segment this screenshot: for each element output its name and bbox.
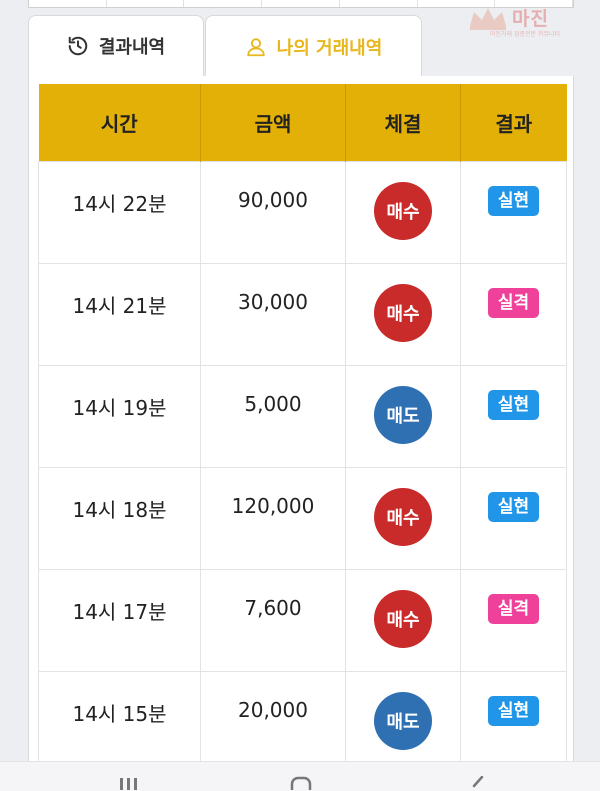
cell-amount: 30,000 xyxy=(200,262,346,366)
cell-result: 실격 xyxy=(460,568,567,672)
result-badge: 실현 xyxy=(487,491,540,522)
table-row: 14시 17분 7,600 매수 실격 xyxy=(38,568,567,672)
buy-badge: 매수 xyxy=(374,181,432,240)
header-trade: 체결 xyxy=(345,84,461,161)
history-icon xyxy=(67,35,89,57)
cell-trade: 매수 xyxy=(345,160,461,264)
cell-time: 14시 18분 xyxy=(38,466,201,570)
buy-badge: 매수 xyxy=(374,283,432,342)
cell-time: 14시 22분 xyxy=(38,160,201,264)
cell-result: 실격 xyxy=(460,262,567,366)
cell-time: 14시 15분 xyxy=(38,670,201,774)
result-badge: 실현 xyxy=(487,389,540,420)
cell-result: 실현 xyxy=(460,466,567,570)
result-badge: 실현 xyxy=(487,695,540,726)
result-badge: 실현 xyxy=(487,185,540,216)
sell-badge: 매도 xyxy=(374,691,432,750)
cell-trade: 매수 xyxy=(345,262,461,366)
cell-amount: 90,000 xyxy=(200,160,346,264)
cell-result: 실현 xyxy=(460,670,567,774)
sell-badge: 매도 xyxy=(374,385,432,444)
trade-history-table: 시간 금액 체결 결과 14시 22분 90,000 매수 실현 14시 21분 30,0… xyxy=(38,84,567,774)
table-row: 14시 15분 20,000 매도 실현 xyxy=(38,670,567,774)
table-row: 14시 21분 30,000 매수 실격 xyxy=(38,262,567,366)
cell-trade: 매수 xyxy=(345,466,461,570)
table-row: 14시 18분 120,000 매수 실현 xyxy=(38,466,567,570)
tab-result-history-label: 결과내역 xyxy=(98,37,166,58)
recent-apps-icon[interactable] xyxy=(118,776,138,790)
cell-trade: 매도 xyxy=(345,364,461,468)
cell-amount: 5,000 xyxy=(200,364,346,468)
header-amount: 금액 xyxy=(200,84,346,161)
cell-time: 14시 21분 xyxy=(38,262,201,366)
table-header-row: 시간 금액 체결 결과 xyxy=(38,84,567,161)
buy-badge: 매수 xyxy=(374,487,432,546)
system-nav-bar xyxy=(0,761,600,791)
user-icon xyxy=(245,36,267,58)
cell-amount: 20,000 xyxy=(200,670,346,774)
cell-trade: 매도 xyxy=(345,670,461,774)
cell-amount: 7,600 xyxy=(200,568,346,672)
tab-bar: 결과내역 나의 거래내역 xyxy=(28,15,574,78)
cell-trade: 매수 xyxy=(345,568,461,672)
buy-badge: 매수 xyxy=(374,589,432,648)
tab-my-trades[interactable]: 나의 거래내역 xyxy=(205,15,422,78)
cell-result: 실현 xyxy=(460,160,567,264)
back-icon[interactable] xyxy=(468,776,486,790)
cell-result: 실현 xyxy=(460,364,567,468)
home-icon[interactable] xyxy=(290,776,312,790)
cell-time: 14시 19분 xyxy=(38,364,201,468)
header-result: 결과 xyxy=(460,84,567,161)
table-row: 14시 22분 90,000 매수 실현 xyxy=(38,160,567,264)
cell-amount: 120,000 xyxy=(200,466,346,570)
result-badge: 실격 xyxy=(487,287,540,318)
tab-result-history[interactable]: 결과내역 xyxy=(28,15,204,77)
tab-my-trades-label: 나의 거래내역 xyxy=(276,38,383,59)
header-time: 시간 xyxy=(38,84,201,161)
result-badge: 실격 xyxy=(487,593,540,624)
cell-time: 14시 17분 xyxy=(38,568,201,672)
table-row: 14시 19분 5,000 매도 실현 xyxy=(38,364,567,468)
